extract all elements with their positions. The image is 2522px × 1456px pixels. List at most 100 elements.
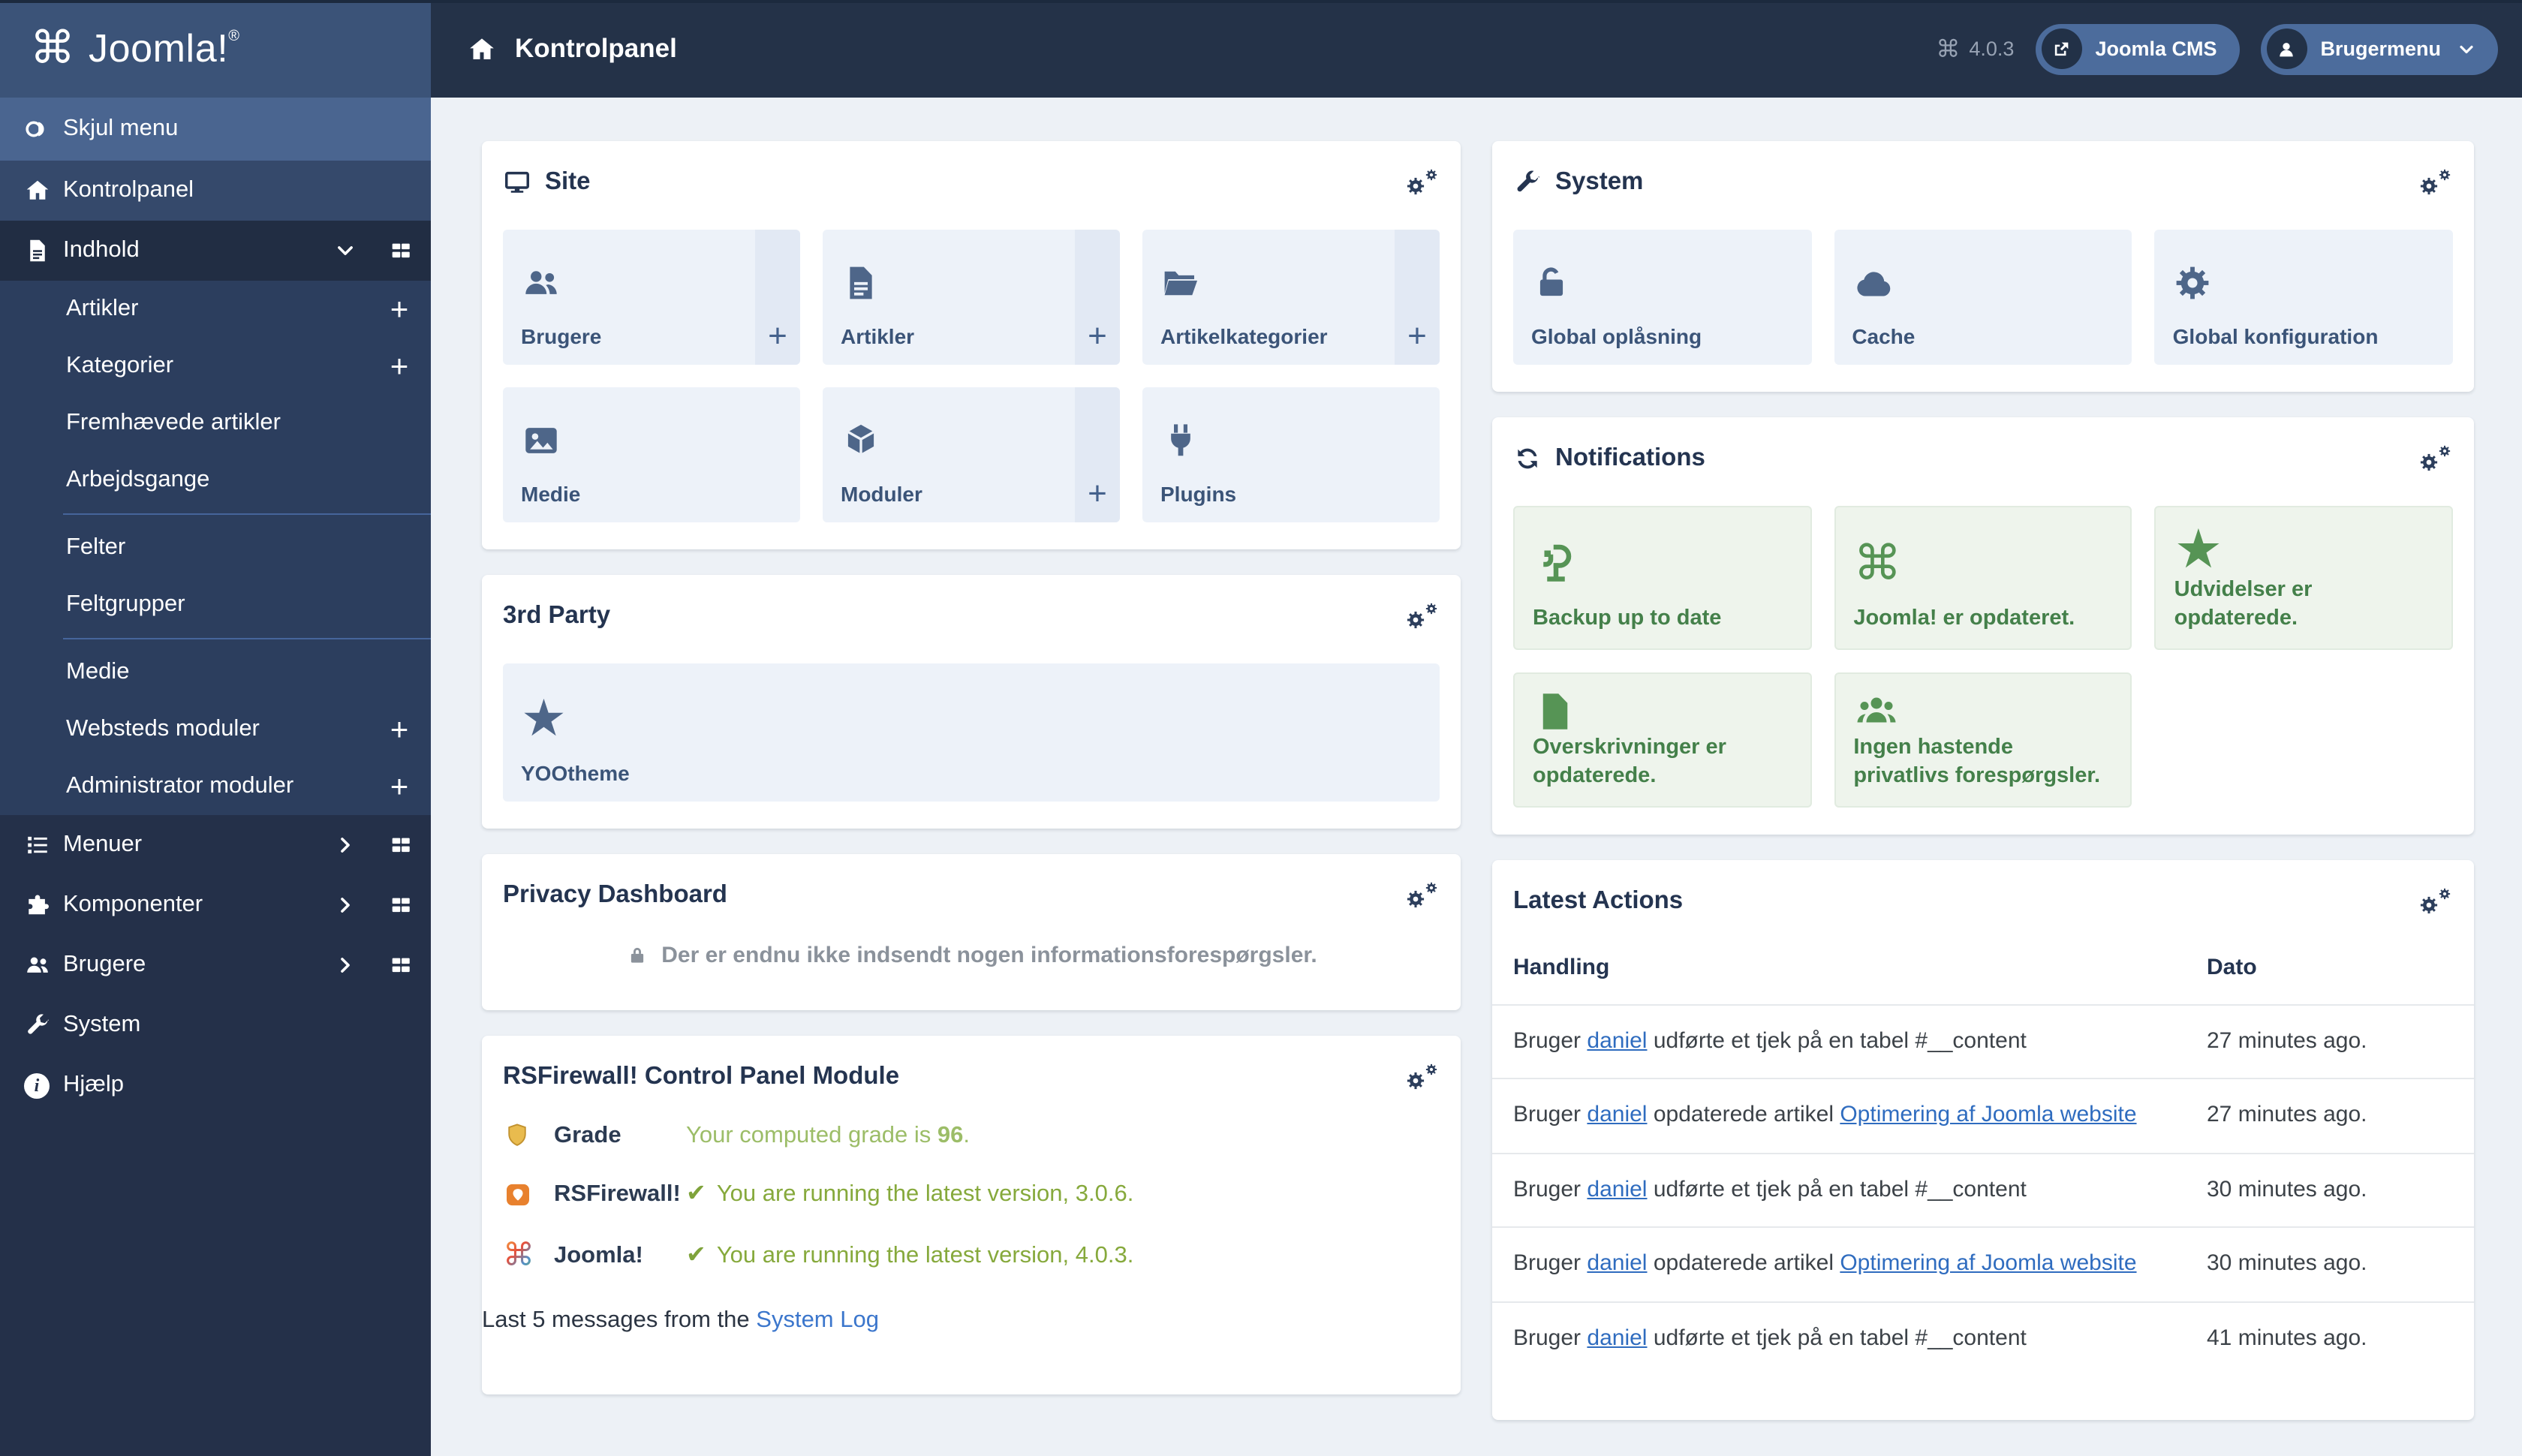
sidebar-item-label: Kategorier (66, 353, 174, 378)
sidebar-item-label: Administrator moduler (66, 773, 294, 799)
sidebar-item-artikler[interactable]: Artikler + (0, 281, 431, 338)
panel-options-cogs-icon[interactable] (1405, 881, 1440, 910)
add-administrator-moduler-button[interactable]: + (384, 771, 414, 802)
add-button[interactable]: + (1075, 230, 1120, 365)
card-cache[interactable]: Cache (1834, 230, 2132, 365)
latest-actions-panel: Latest Actions Handling Dato Bruger dani… (1492, 859, 2474, 1421)
card-extensions-status[interactable]: ★ Udvidelser er opdaterede. (2154, 506, 2453, 650)
sidebar-item-label: Kontrolpanel (63, 177, 194, 203)
add-websteds-moduler-button[interactable]: + (384, 714, 414, 745)
action-date: 41 minutes ago. (2207, 1325, 2367, 1351)
logo-text: Joomla! (89, 26, 229, 71)
table-row: Bruger daniel opdaterede artikel Optimer… (1492, 1226, 2474, 1301)
card-backup-status[interactable]: Backup up to date (1513, 506, 1812, 650)
sidebar-item-brugere[interactable]: Brugere (0, 935, 431, 995)
sidebar-item-kontrolpanel[interactable]: Kontrolpanel (0, 161, 431, 221)
card-label: Ingen hastende privatlivs forespørgsler. (1853, 736, 2101, 788)
version-number: 4.0.3 (1969, 38, 2015, 60)
add-artikler-button[interactable]: + (384, 293, 414, 325)
sidebar-item-feltgrupper[interactable]: Feltgrupper (0, 576, 431, 633)
card-label: Global oplåsning (1531, 323, 1702, 348)
card-medie[interactable]: Medie (503, 387, 800, 522)
top-bar-main: Kontrolpanel ⌘ 4.0.3 Joomla CMS Brugerme… (431, 0, 2522, 98)
card-brugere[interactable]: Brugere + (503, 230, 800, 365)
card-label: Overskrivninger er opdaterede. (1533, 736, 1726, 788)
add-button[interactable]: + (1395, 230, 1440, 365)
sidebar-item-kategorier[interactable]: Kategorier + (0, 338, 431, 395)
sidebar-item-label: Feltgrupper (66, 591, 185, 617)
table-row: Bruger daniel udførte et tjek på en tabe… (1492, 1301, 2474, 1375)
card-artikelkategorier[interactable]: Artikelkategorier + (1142, 230, 1440, 365)
sidebar-item-arbejdsgange[interactable]: Arbejdsgange (0, 452, 431, 509)
article-link[interactable]: Optimering af Joomla website (1840, 1250, 2136, 1276)
action-date: 27 minutes ago. (2207, 1102, 2367, 1128)
panel-header: 3rd Party (503, 602, 1440, 630)
sidebar-item-menuer[interactable]: Menuer (0, 815, 431, 875)
panel-title: System (1555, 168, 1644, 195)
add-kategorier-button[interactable]: + (384, 350, 414, 382)
sidebar-item-websteds-moduler[interactable]: Websteds moduler + (0, 701, 431, 758)
panel-header: Site (503, 168, 1440, 197)
sidebar-item-label: Komponenter (63, 892, 203, 917)
card-moduler[interactable]: Moduler + (823, 387, 1120, 522)
panel-options-cogs-icon[interactable] (1405, 602, 1440, 630)
sidebar-item-system[interactable]: System (0, 995, 431, 1055)
card-artikler[interactable]: Artikler + (823, 230, 1120, 365)
row-label: Grade (554, 1122, 621, 1148)
hide-menu-toggle[interactable]: Skjul menu (0, 98, 431, 161)
sidebar-item-indhold[interactable]: Indhold (0, 221, 431, 281)
panel-options-cogs-icon[interactable] (1405, 168, 1440, 197)
dashboard-grid-icon[interactable] (389, 893, 413, 917)
card-plugins[interactable]: Plugins (1142, 387, 1440, 522)
image-icon (521, 402, 782, 480)
main-content: Site Brugere + Artikler + Artikelkategor… (431, 98, 2522, 1456)
panel-title: Site (545, 168, 591, 195)
panel-options-cogs-icon[interactable] (1405, 1063, 1440, 1091)
panel-title: Privacy Dashboard (503, 881, 727, 908)
breadcrumb: Kontrolpanel (467, 33, 677, 65)
card-label: Joomla! er opdateret. (1853, 606, 2075, 630)
action-date: 27 minutes ago. (2207, 1027, 2367, 1054)
joomla-logo: ⌘ Joomla!® (0, 0, 431, 98)
unlock-icon (1531, 245, 1793, 323)
system-log-link[interactable]: System Log (756, 1307, 879, 1333)
dashboard-grid-icon[interactable] (389, 953, 413, 977)
joomla-icon: ⌘ (503, 1238, 534, 1273)
sidebar-item-administrator-moduler[interactable]: Administrator moduler + (0, 758, 431, 815)
cube-icon (841, 402, 1057, 480)
card-overrides-status[interactable]: Overskrivninger er opdaterede. (1513, 672, 1812, 808)
card-privacy-requests-status[interactable]: Ingen hastende privatlivs forespørgsler. (1834, 672, 2132, 808)
sidebar-item-label: Indhold (63, 237, 140, 263)
user-link[interactable]: daniel (1587, 1027, 1647, 1053)
user-avatar-icon (2266, 29, 2307, 69)
card-global-oplaasning[interactable]: Global oplåsning (1513, 230, 1812, 365)
rsfirewall-panel: RSFirewall! Control Panel Module Grade Y… (482, 1036, 1461, 1394)
card-global-konfiguration[interactable]: Global konfiguration (2154, 230, 2453, 365)
joomla-knot-icon: ⌘ (30, 23, 75, 73)
panel-options-cogs-icon[interactable] (2418, 886, 2453, 915)
user-link[interactable]: daniel (1587, 1250, 1647, 1276)
sidebar-item-hjaelp[interactable]: i Hjælp (0, 1055, 431, 1115)
joomla-cms-button[interactable]: Joomla CMS (2035, 23, 2240, 74)
user-menu-button[interactable]: Brugermenu (2260, 23, 2498, 74)
folder-open-icon (1160, 245, 1377, 323)
add-button[interactable]: + (1075, 387, 1120, 522)
dashboard-grid-icon[interactable] (389, 833, 413, 857)
panel-header: Privacy Dashboard (503, 881, 1440, 910)
card-yootheme[interactable]: ★ YOOtheme (503, 663, 1440, 802)
panel-options-cogs-icon[interactable] (2418, 168, 2453, 197)
document-icon (24, 237, 63, 264)
user-link[interactable]: daniel (1587, 1325, 1647, 1350)
article-link[interactable]: Optimering af Joomla website (1840, 1102, 2136, 1127)
user-link[interactable]: daniel (1587, 1176, 1647, 1202)
add-button[interactable]: + (755, 230, 800, 365)
sidebar-item-medie[interactable]: Medie (0, 644, 431, 701)
sidebar-item-fremhaevede-artikler[interactable]: Fremhævede artikler (0, 395, 431, 452)
sidebar-item-komponenter[interactable]: Komponenter (0, 875, 431, 935)
sidebar-item-felter[interactable]: Felter (0, 519, 431, 576)
card-joomla-update-status[interactable]: ⌘ Joomla! er opdateret. (1834, 506, 2132, 650)
dashboard-grid-icon[interactable] (389, 239, 413, 263)
user-link[interactable]: daniel (1587, 1102, 1647, 1127)
panel-options-cogs-icon[interactable] (2418, 444, 2453, 473)
page-title: Kontrolpanel (515, 33, 677, 63)
